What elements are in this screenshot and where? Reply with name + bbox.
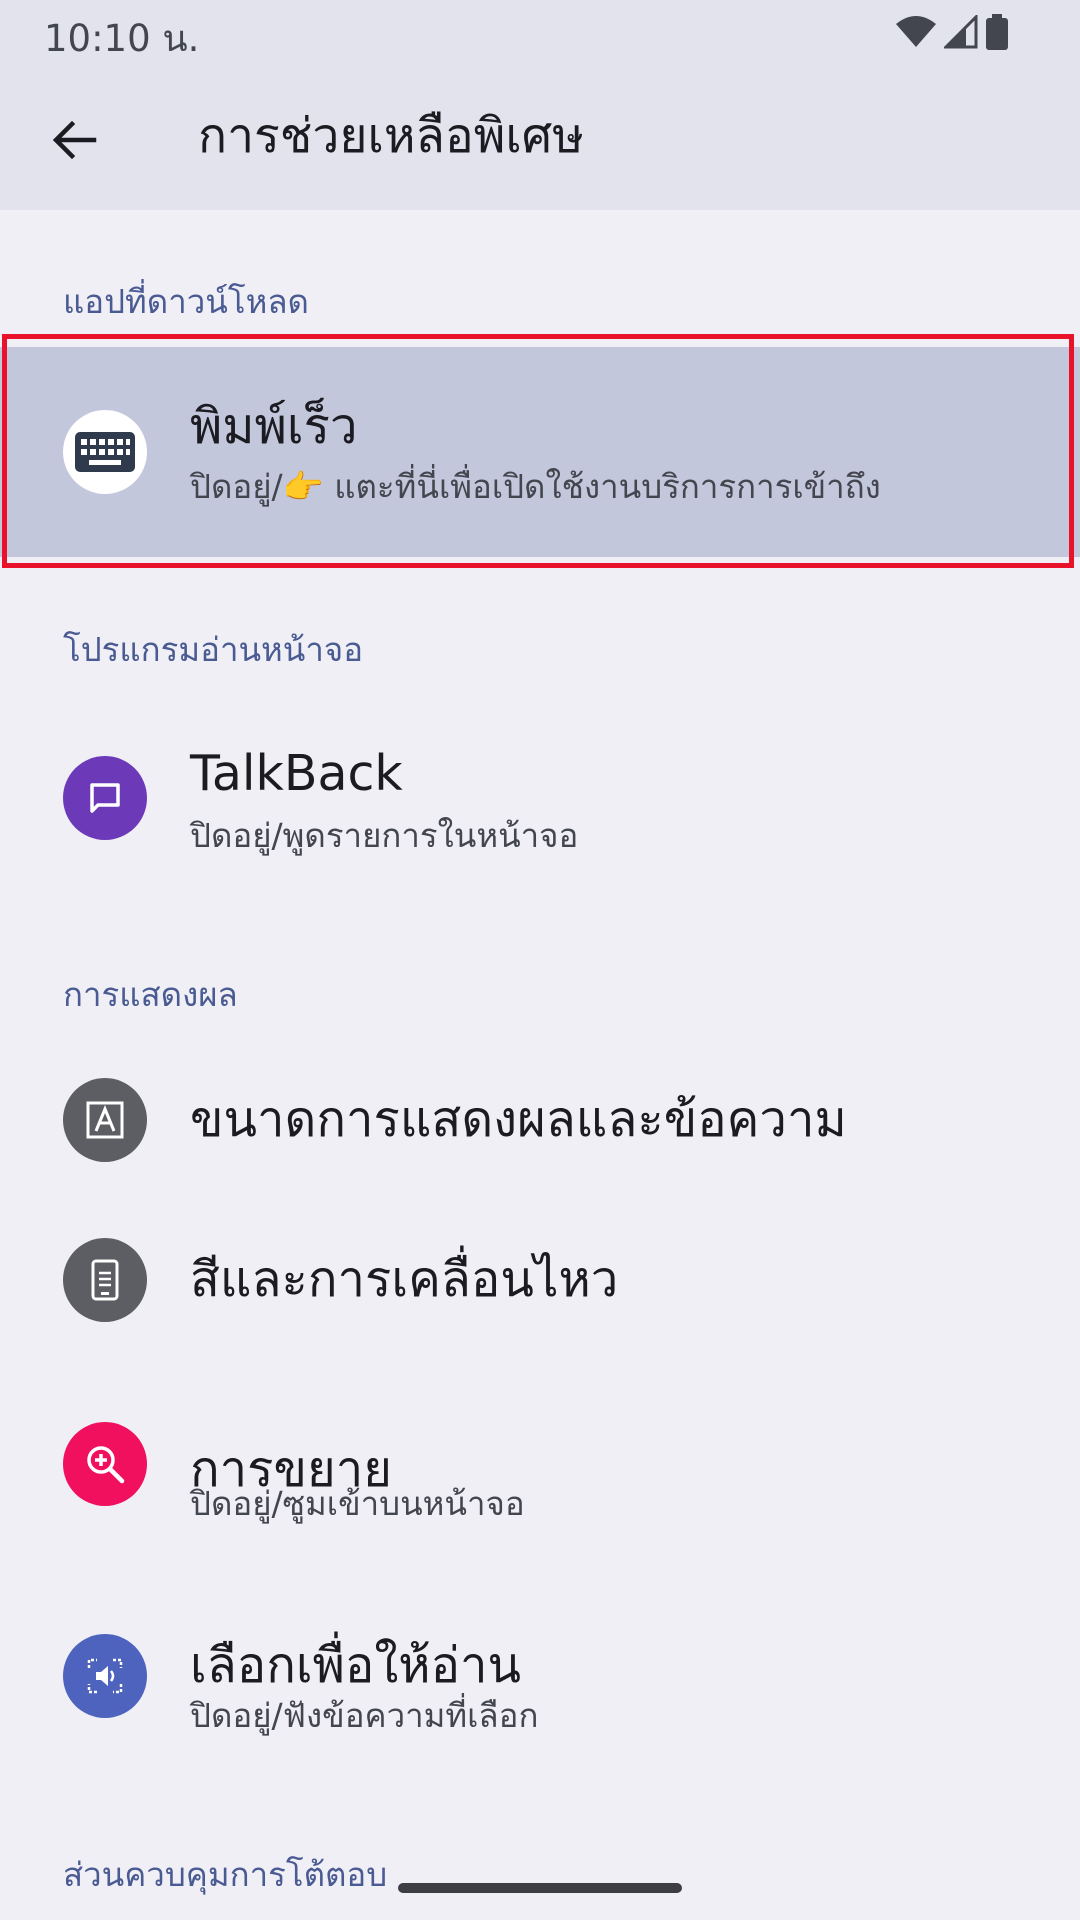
quick-type-icon-circle: [63, 410, 147, 494]
color-motion-icon-circle: [63, 1238, 147, 1322]
home-indicator[interactable]: [398, 1883, 682, 1893]
select-to-speak-subtitle: ปิดอยู่/ฟังข้อความที่เลือก: [190, 1696, 539, 1735]
talkback-title: TalkBack: [190, 745, 403, 802]
chat-bubble-icon: [90, 783, 120, 813]
magnify-icon: [87, 1446, 125, 1484]
quick-type-subtitle: ปิดอยู่/👉 แตะที่นี่เพื่อเปิดใช้งานบริการ…: [190, 467, 881, 506]
phone-icon: [91, 1259, 119, 1301]
accessibility-settings-screen: 10:10 น. การช่วยเหลือพิเศษ แอปที่ดาวน์โห…: [0, 0, 1080, 1920]
select-to-speak-item[interactable]: เลือกเพื่อให้อ่าน ปิดอยู่/ฟังข้อความที่เ…: [0, 1582, 1080, 1778]
arrow-back-icon: [52, 120, 97, 160]
color-motion-item[interactable]: สีและการเคลื่อนไหว: [0, 1200, 1080, 1360]
magnification-icon-circle: [63, 1422, 147, 1506]
quick-type-item[interactable]: พิมพ์เร็ว ปิดอยู่/👉 แตะที่นี่เพื่อเปิดใช…: [0, 347, 1080, 557]
display-text-size-title: ขนาดการแสดงผลและข้อความ: [190, 1091, 847, 1148]
select-to-speak-title: เลือกเพื่อให้อ่าน: [190, 1637, 522, 1694]
back-button[interactable]: [30, 96, 118, 184]
talkback-icon-circle: [63, 756, 147, 840]
page-title: การช่วยเหลือพิเศษ: [198, 108, 584, 164]
section-header-screen-reader: โปรแกรมอ่านหน้าจอ: [63, 630, 364, 669]
talkback-item[interactable]: TalkBack ปิดอยู่/พูดรายการในหน้าจอ: [0, 700, 1080, 896]
section-header-interaction: ส่วนควบคุมการโต้ตอบ: [63, 1855, 388, 1894]
magnification-subtitle: ปิดอยู่/ซูมเข้าบนหน้าจอ: [190, 1484, 525, 1523]
quick-type-title: พิมพ์เร็ว: [190, 398, 358, 455]
talkback-subtitle: ปิดอยู่/พูดรายการในหน้าจอ: [190, 816, 579, 855]
color-motion-title: สีและการเคลื่อนไหว: [190, 1251, 619, 1308]
keyboard-icon: [75, 432, 135, 472]
wifi-icon: [896, 16, 936, 47]
top-app-bar: 10:10 น. การช่วยเหลือพิเศษ: [0, 0, 1080, 210]
text-size-icon: [86, 1101, 124, 1139]
display-text-size-item[interactable]: ขนาดการแสดงผลและข้อความ: [0, 1040, 1080, 1200]
status-icons: [896, 12, 1008, 52]
status-time: 10:10 น.: [44, 17, 200, 60]
text-size-icon-circle: [63, 1078, 147, 1162]
select-to-speak-icon-circle: [63, 1634, 147, 1718]
signal-icon: [944, 15, 978, 49]
battery-icon: [986, 14, 1008, 50]
section-header-display: การแสดงผล: [63, 975, 238, 1014]
magnification-item[interactable]: การขยาย ปิดอยู่/ซูมเข้าบนหน้าจอ: [0, 1372, 1080, 1562]
select-to-speak-icon: [87, 1658, 123, 1694]
section-header-downloaded: แอปที่ดาวน์โหลด: [63, 282, 309, 321]
